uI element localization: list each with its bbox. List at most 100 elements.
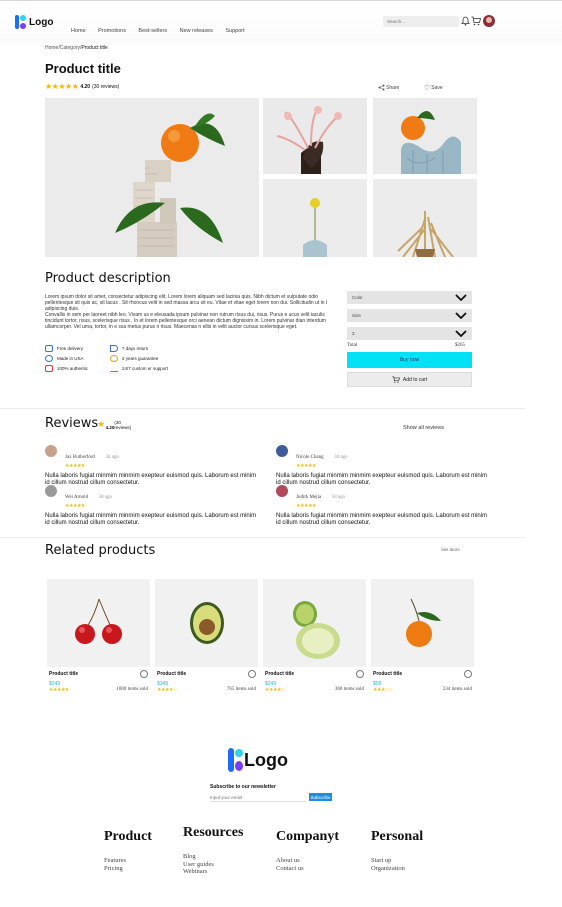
save-button[interactable]: ♡ Save [424,84,443,92]
footer-link[interactable]: Organization [371,865,423,873]
footer-link[interactable]: Webinars [183,868,243,876]
star-icon: ★ [97,419,105,429]
total-row: Total $265 [347,343,465,348]
reviews-count[interactable]: (30 reviews) [92,84,119,90]
gallery-image-3[interactable] [373,98,477,174]
footer-link[interactable]: Blog [183,853,243,861]
gallery-image-4[interactable] [263,179,367,257]
buy-now-button[interactable]: Buy now [347,352,472,368]
review-date: 3d ago [98,495,113,500]
show-all-reviews-link[interactable]: Show all reviews [403,425,444,431]
footer-link[interactable]: Start up [371,857,423,865]
product-image[interactable] [47,579,150,667]
see-more-link[interactable]: See more [441,548,460,553]
cart-icon[interactable] [471,16,481,26]
reviewer-name: Wei Arnold [65,495,89,500]
footer-link[interactable]: User guides [183,861,243,869]
footer-col-company: Companyt About us Contact us [276,829,339,872]
product-image[interactable] [263,579,366,667]
breadcrumb-current: Product title [81,45,108,51]
share-button[interactable]: Share [378,84,399,91]
reviewer-avatar [276,445,288,457]
heart-icon[interactable] [464,670,472,678]
color-select[interactable]: Color [347,291,472,304]
product-title[interactable]: Product title [49,671,78,677]
reviewer-name: Jax Rutherford [65,455,95,460]
product-image[interactable] [155,579,258,667]
footer-link[interactable]: About us [276,857,339,865]
main-product-image[interactable] [45,98,259,257]
newsletter-label: Subscribe to our newsletter [210,784,276,790]
footer-col-resources: Resources Blog User guides Webinars [183,825,243,876]
related-heading: Related products [45,543,156,558]
total-label: Total [347,343,358,348]
description-heading: Product description [45,271,171,286]
footer-heading: Personal [371,829,424,844]
subscribe-label: Subscribe [310,794,331,800]
add-to-cart-label: Add to cart [402,376,428,383]
product-title[interactable]: Product title [265,671,294,677]
support-icon [110,365,118,372]
product-stars: ★★★★☆ [265,687,285,693]
chevron-down-icon [455,330,467,337]
chevron-down-icon [455,294,467,301]
footer-heading: Resources [183,825,244,840]
nav-home[interactable]: Home [71,28,86,34]
nav-new-releases[interactable]: New releases [180,28,213,34]
search-input[interactable] [383,16,459,27]
review-stars: ★★★★★ [65,463,85,469]
heart-icon[interactable] [248,670,256,678]
review-item: Judith Mejia 3d ago ★★★★★ Nulla laboris … [276,485,491,527]
product-card[interactable]: Product title $99 ★★★☆☆ 234 items sold [371,579,474,693]
footer-link[interactable]: Contact us [276,865,339,873]
review-item: Wei Arnold 3d ago ★★★★★ Nulla laboris fu… [45,485,260,527]
logo-icon [228,748,243,772]
quantity-select[interactable]: 3 [347,327,472,340]
footer-link[interactable]: Pricing [104,865,152,873]
footer-link[interactable]: Features [104,857,152,865]
breadcrumb-path[interactable]: Home/Category/ [45,45,81,51]
add-to-cart-button[interactable]: Add to cart [347,372,472,387]
logo[interactable]: Logo [15,15,53,29]
footer-logo[interactable]: Logo [228,748,288,772]
review-date: 3d ago [331,495,346,500]
logo-text: Logo [29,16,54,28]
product-title[interactable]: Product title [373,671,402,677]
footer-heading: Product [104,829,152,844]
gallery-image-5[interactable] [373,179,477,257]
gallery-image-2[interactable] [263,98,367,174]
feature-item: 2 years guarantee [110,353,200,363]
newsletter-email-input[interactable] [210,793,306,802]
return-icon [110,344,118,352]
breadcrumb: Home/Category/Product title [45,45,108,51]
features-col-1: Free delivery Made in USA 100% authentic [45,343,115,373]
reviews-summary: ★ 4.20(30 reviews) [97,419,136,431]
nav-support[interactable]: Support [225,28,244,34]
product-image[interactable] [371,579,474,667]
product-title[interactable]: Product title [157,671,186,677]
nav-promotions[interactable]: Promotions [98,28,126,34]
product-card[interactable]: Product title $349 ★★★★☆ 765 items sold [155,579,258,693]
product-card[interactable]: Product title $249 ★★★★☆ 360 items sold [263,579,366,693]
bell-icon[interactable] [461,16,470,26]
product-card[interactable]: Product title $249 ★★★★★ 1000 items sold [47,579,150,693]
cart-icon [392,376,400,383]
nav-best-sellers[interactable]: Best-sellers [138,28,167,34]
footer-logo-text: Logo [244,749,288,770]
main-nav: Home Promotions Best-sellers New release… [71,19,253,37]
footer-heading: Companyt [276,829,340,844]
reviewer-name: Judith Mejia [296,495,322,500]
review-stars: ★★★★★ [296,463,316,469]
heart-icon[interactable] [356,670,364,678]
color-select-label: Color [352,295,363,300]
review-text: Nulla laboris fugiat minmim minmim exept… [276,513,488,526]
heart-icon[interactable] [140,670,148,678]
subscribe-button[interactable]: Subscribe [309,793,332,801]
user-avatar[interactable] [483,15,495,27]
description-paragraph-1: Lorem ipsum dolor sit amet, consectetur … [45,294,328,312]
share-icon [378,84,385,91]
save-label: Save [431,85,443,91]
product-stars: ★★★★☆ [157,687,177,693]
size-select[interactable]: Size [347,309,472,322]
reviewer-name: Nicole Chang [296,455,324,460]
